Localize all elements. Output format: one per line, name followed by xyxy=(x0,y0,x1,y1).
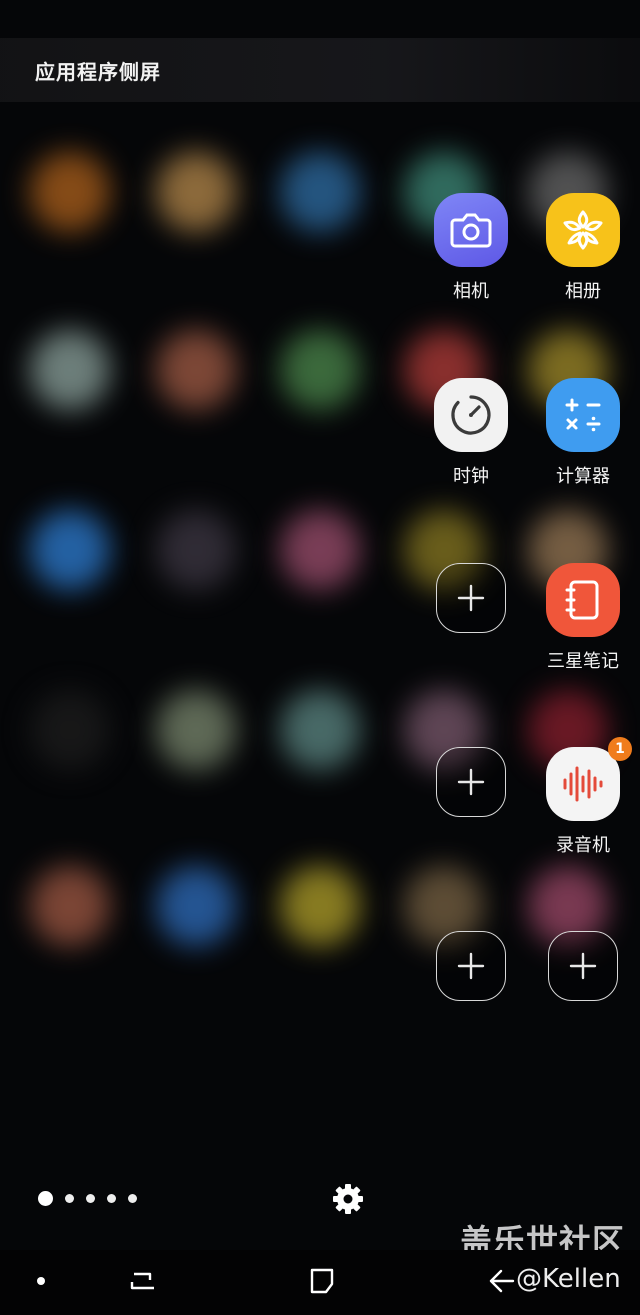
blurred-app-icon xyxy=(156,690,236,770)
app-label-gallery: 相册 xyxy=(565,281,601,302)
blurred-app-icon xyxy=(280,866,360,946)
notes-icon xyxy=(546,563,620,637)
blurred-app-icon xyxy=(30,690,110,770)
blurred-app-icon xyxy=(156,330,236,410)
app-label-voice-recorder: 录音机 xyxy=(556,835,610,856)
blurred-app-icon xyxy=(156,510,236,590)
add-shortcut-button[interactable] xyxy=(423,563,519,633)
app-label-samsung-notes: 三星笔记 xyxy=(547,651,619,672)
plus-icon xyxy=(436,747,506,817)
plus-icon xyxy=(548,931,618,1001)
blurred-app-icon xyxy=(156,866,236,946)
add-shortcut-button[interactable] xyxy=(535,931,631,1001)
gallery-flower-icon xyxy=(546,193,620,267)
app-label-clock: 时钟 xyxy=(453,466,489,487)
author-credit: @Kellen xyxy=(516,1264,621,1294)
calculator-icon xyxy=(546,378,620,452)
page-dot[interactable] xyxy=(86,1193,95,1203)
add-shortcut-button[interactable] xyxy=(423,931,519,1001)
recent-apps-button[interactable] xyxy=(128,1266,160,1296)
page-indicator[interactable] xyxy=(38,1188,137,1208)
blurred-app-icon xyxy=(30,330,110,410)
app-label-camera: 相机 xyxy=(453,281,489,302)
app-shortcut-camera[interactable]: 相机 xyxy=(423,193,519,303)
app-shortcut-samsung-notes[interactable]: 三星笔记 xyxy=(535,563,631,673)
plus-icon xyxy=(436,563,506,633)
page-dot-active[interactable] xyxy=(38,1190,53,1206)
voice-recorder-icon: 1 xyxy=(546,737,632,821)
page-dot[interactable] xyxy=(65,1193,74,1203)
notification-badge: 1 xyxy=(608,737,632,761)
app-shortcut-voice-recorder[interactable]: 1 录音机 xyxy=(535,737,632,857)
nav-hide-dot[interactable] xyxy=(37,1277,45,1285)
blurred-app-icon xyxy=(30,866,110,946)
gear-icon xyxy=(333,1184,363,1214)
panel-title: 应用程序侧屏 xyxy=(35,60,161,84)
app-shortcut-clock[interactable]: 时钟 xyxy=(423,378,519,488)
camera-icon xyxy=(434,193,508,267)
page-dot[interactable] xyxy=(107,1193,116,1203)
blurred-app-icon xyxy=(30,152,110,232)
settings-button[interactable] xyxy=(330,1181,366,1217)
back-button[interactable] xyxy=(487,1266,517,1296)
blurred-app-icon xyxy=(280,330,360,410)
page-dot[interactable] xyxy=(128,1193,137,1203)
blurred-app-icon xyxy=(280,152,360,232)
blurred-app-icon xyxy=(280,510,360,590)
blurred-app-icon xyxy=(156,152,236,232)
home-icon xyxy=(310,1268,334,1294)
blurred-app-icon xyxy=(30,510,110,590)
back-arrow-icon xyxy=(489,1269,515,1293)
app-label-calculator: 计算器 xyxy=(556,466,610,487)
clock-icon xyxy=(434,378,508,452)
blurred-app-icon xyxy=(280,690,360,770)
app-shortcut-gallery[interactable]: 相册 xyxy=(535,193,631,303)
add-shortcut-button[interactable] xyxy=(423,747,519,817)
recent-apps-icon xyxy=(130,1272,154,1290)
home-button[interactable] xyxy=(307,1266,337,1296)
app-shortcut-calculator[interactable]: 计算器 xyxy=(535,378,631,488)
plus-icon xyxy=(436,931,506,1001)
